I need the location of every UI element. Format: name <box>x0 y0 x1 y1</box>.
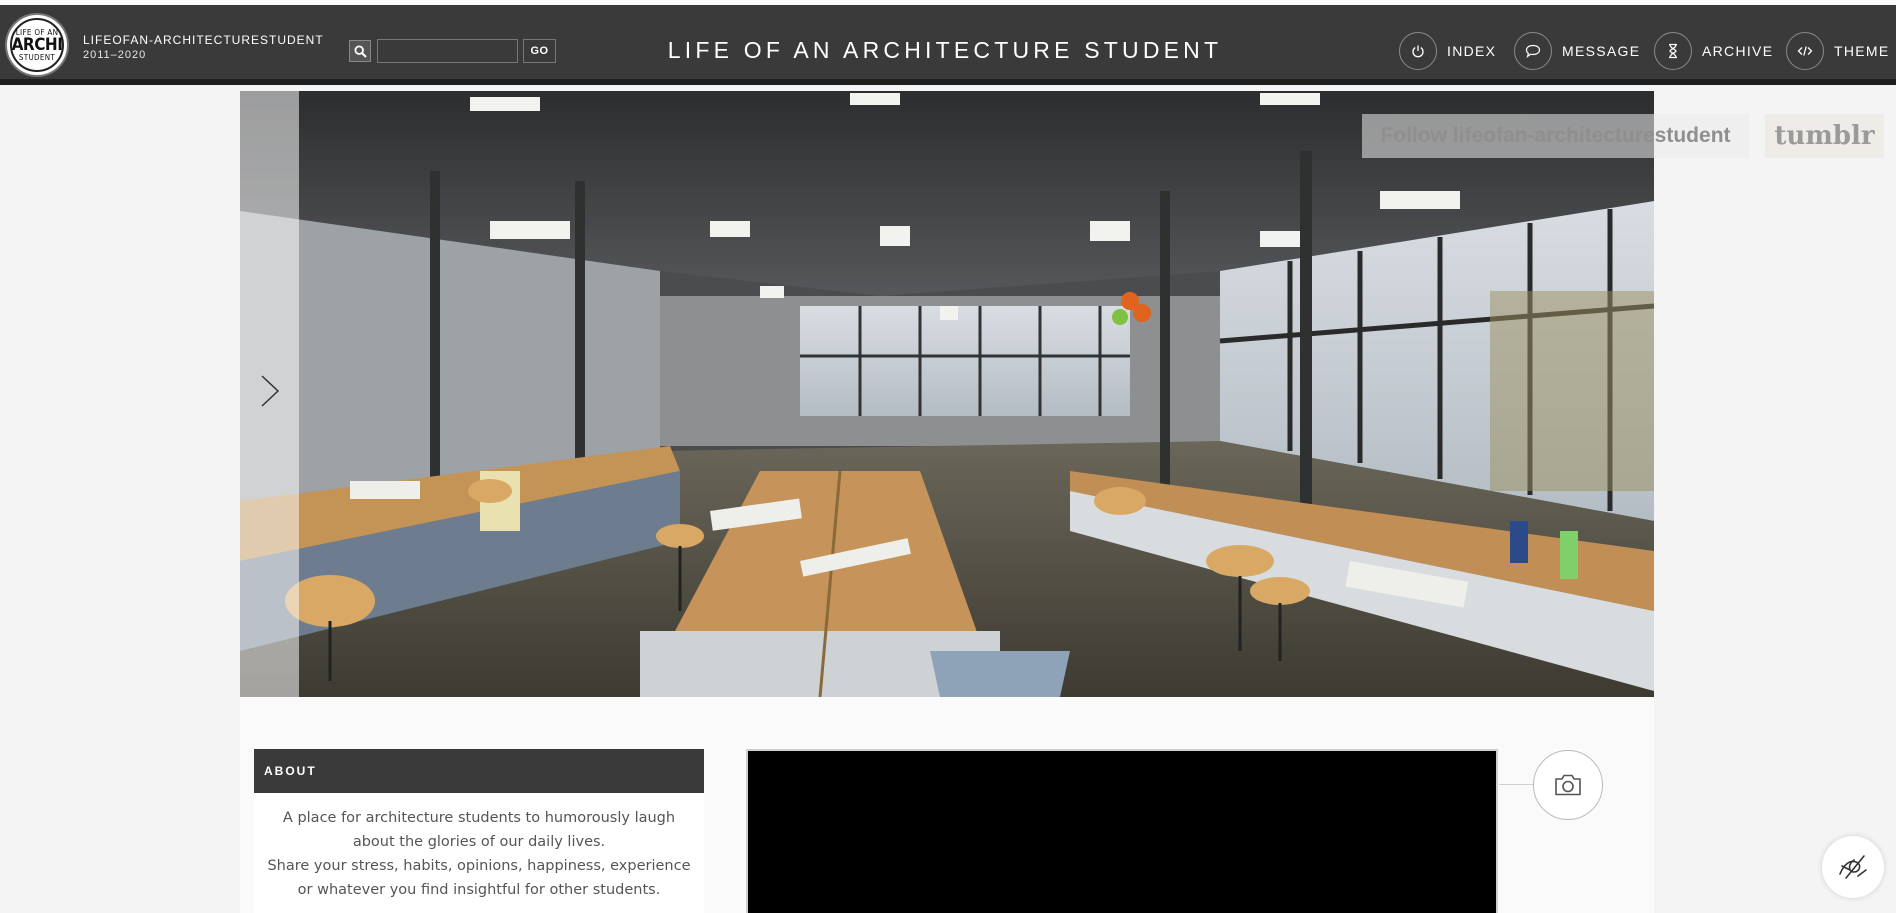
search-icon-button[interactable] <box>349 40 371 62</box>
about-line-1: A place for architecture students to hum… <box>282 810 676 850</box>
site-header: LIFE OF AN ARCHI STUDENT LIFEOFAN-ARCHIT… <box>0 5 1896 85</box>
nav-archive-label: ARCHIVE <box>1702 43 1774 59</box>
hourglass-icon <box>1654 32 1692 70</box>
blog-years: 2011–2020 <box>83 49 147 61</box>
header-banner-image <box>240 91 1654 697</box>
logo-line-3: STUDENT <box>18 52 56 62</box>
follow-blog-button[interactable]: Follow lifeofan-architecturestudent <box>1362 114 1749 158</box>
blog-name-link[interactable]: LIFEOFAN-ARCHITECTURESTUDENT <box>83 33 324 47</box>
about-line-2: Share your stress, habits, opinions, hap… <box>267 858 691 898</box>
site-title[interactable]: LIFE OF AN ARCHITECTURE STUDENT <box>600 37 1290 64</box>
code-icon <box>1786 32 1824 70</box>
about-text: A place for architecture students to hum… <box>254 793 704 913</box>
nav-message[interactable]: MESSAGE <box>1514 32 1640 70</box>
nav-message-label: MESSAGE <box>1562 43 1641 59</box>
camera-icon <box>1555 774 1581 796</box>
search-input[interactable] <box>377 39 518 63</box>
logo-mark: LIFE OF AN ARCHI STUDENT <box>10 18 64 72</box>
nav-theme-label: THEME <box>1834 43 1890 59</box>
search-icon <box>353 44 367 58</box>
search-go-button[interactable]: GO <box>523 39 556 63</box>
scroll-animation-badge[interactable] <box>1822 836 1884 898</box>
nav-index[interactable]: INDEX <box>1399 32 1496 70</box>
logo-line-2: ARCHI <box>11 34 63 55</box>
nav-archive[interactable]: ARCHIVE <box>1654 32 1773 70</box>
speech-bubble-icon <box>1514 32 1552 70</box>
post-photo[interactable] <box>746 749 1498 913</box>
chevron-right-icon[interactable] <box>259 374 281 408</box>
nav-index-label: INDEX <box>1447 43 1497 59</box>
nav-theme[interactable]: THEME <box>1786 32 1890 70</box>
power-icon <box>1399 32 1437 70</box>
post-connector-line <box>1499 784 1534 785</box>
studio-photo <box>240 91 1654 697</box>
photo-post-type[interactable] <box>1533 750 1603 820</box>
about-heading: ABOUT <box>254 749 704 793</box>
blog-avatar[interactable]: LIFE OF AN ARCHI STUDENT <box>5 13 69 77</box>
doodle-icon <box>1839 855 1867 879</box>
tumblr-logo-button[interactable]: tumblr <box>1765 114 1884 158</box>
